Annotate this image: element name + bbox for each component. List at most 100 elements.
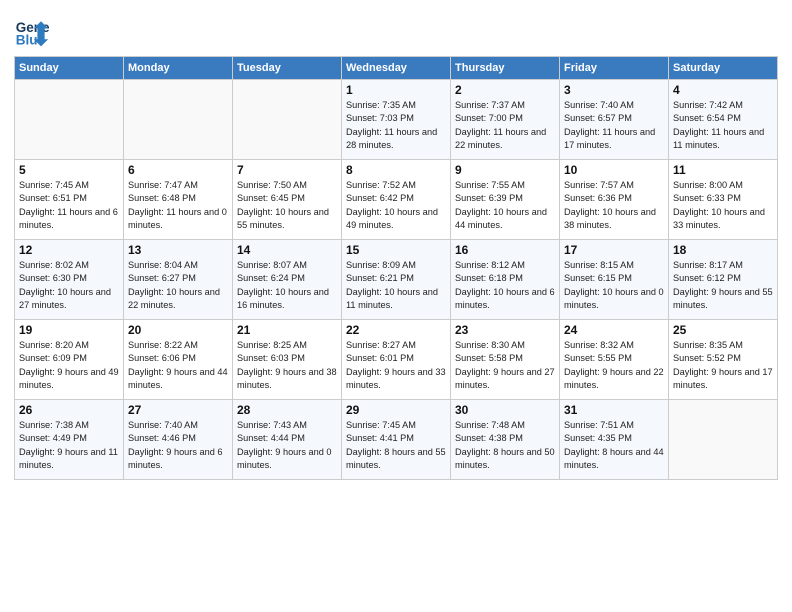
day-number: 14: [237, 243, 337, 257]
day-number: 21: [237, 323, 337, 337]
calendar-cell: 19Sunrise: 8:20 AM Sunset: 6:09 PM Dayli…: [15, 320, 124, 400]
day-info: Sunrise: 7:37 AM Sunset: 7:00 PM Dayligh…: [455, 99, 555, 152]
weekday-header: Wednesday: [342, 57, 451, 80]
logo: General Blue: [14, 14, 54, 50]
calendar-week-row: 5 Sunrise: 7:45 AM Sunset: 6:51 PM Daylig…: [15, 160, 778, 240]
calendar-cell: [15, 80, 124, 160]
calendar-cell: 25 Sunrise: 8:35 AM Sunset: 5:52 PM Dayli…: [669, 320, 778, 400]
calendar-cell: 31 Sunrise: 7:51 AM Sunset: 4:35 PM Dayli…: [560, 400, 669, 480]
day-number: 15: [346, 243, 446, 257]
calendar-cell: 10Sunrise: 7:57 AM Sunset: 6:36 PM Dayli…: [560, 160, 669, 240]
calendar-week-row: 1 Sunrise: 7:35 AM Sunset: 7:03 PM Daylig…: [15, 80, 778, 160]
calendar-table: SundayMondayTuesdayWednesdayThursdayFrid…: [14, 56, 778, 480]
calendar-cell: [233, 80, 342, 160]
calendar-cell: 4 Sunrise: 7:42 AM Sunset: 6:54 PM Daylig…: [669, 80, 778, 160]
calendar-cell: 30Sunrise: 7:48 AM Sunset: 4:38 PM Dayli…: [451, 400, 560, 480]
day-number: 31: [564, 403, 664, 417]
day-number: 3: [564, 83, 664, 97]
day-number: 29: [346, 403, 446, 417]
calendar-cell: 23 Sunrise: 8:30 AM Sunset: 5:58 PM Dayli…: [451, 320, 560, 400]
day-number: 11: [673, 163, 773, 177]
calendar-cell: 7Sunrise: 7:50 AM Sunset: 6:45 PM Daylig…: [233, 160, 342, 240]
day-info: Sunrise: 7:45 AM Sunset: 4:41 PM Dayligh…: [346, 419, 446, 472]
day-info: Sunrise: 7:51 AM Sunset: 4:35 PM Dayligh…: [564, 419, 664, 472]
day-info: Sunrise: 8:30 AM Sunset: 5:58 PM Dayligh…: [455, 339, 555, 392]
weekday-header: Saturday: [669, 57, 778, 80]
day-number: 16: [455, 243, 555, 257]
calendar-cell: 18 Sunrise: 8:17 AM Sunset: 6:12 PM Dayli…: [669, 240, 778, 320]
day-number: 17: [564, 243, 664, 257]
calendar-cell: 8 Sunrise: 7:52 AM Sunset: 6:42 PM Daylig…: [342, 160, 451, 240]
calendar-cell: 12 Sunrise: 8:02 AM Sunset: 6:30 PM Dayli…: [15, 240, 124, 320]
day-number: 28: [237, 403, 337, 417]
day-info: Sunrise: 8:09 AM Sunset: 6:21 PM Dayligh…: [346, 259, 446, 312]
day-info: Sunrise: 8:00 AM Sunset: 6:33 PM Dayligh…: [673, 179, 773, 232]
day-info: Sunrise: 8:04 AM Sunset: 6:27 PM Dayligh…: [128, 259, 228, 312]
day-info: Sunrise: 7:52 AM Sunset: 6:42 PM Dayligh…: [346, 179, 446, 232]
day-info: Sunrise: 8:27 AM Sunset: 6:01 PM Dayligh…: [346, 339, 446, 392]
day-info: Sunrise: 8:22 AM Sunset: 6:06 PM Dayligh…: [128, 339, 228, 392]
day-info: Sunrise: 7:38 AM Sunset: 4:49 PM Dayligh…: [19, 419, 119, 472]
page-container: General Blue SundayMondayTuesdayWednesda…: [0, 0, 792, 490]
day-number: 20: [128, 323, 228, 337]
calendar-cell: 2 Sunrise: 7:37 AM Sunset: 7:00 PM Daylig…: [451, 80, 560, 160]
calendar-cell: 5 Sunrise: 7:45 AM Sunset: 6:51 PM Daylig…: [15, 160, 124, 240]
day-number: 30: [455, 403, 555, 417]
day-info: Sunrise: 8:32 AM Sunset: 5:55 PM Dayligh…: [564, 339, 664, 392]
day-number: 4: [673, 83, 773, 97]
calendar-cell: 26Sunrise: 7:38 AM Sunset: 4:49 PM Dayli…: [15, 400, 124, 480]
day-info: Sunrise: 8:17 AM Sunset: 6:12 PM Dayligh…: [673, 259, 773, 312]
day-info: Sunrise: 8:35 AM Sunset: 5:52 PM Dayligh…: [673, 339, 773, 392]
day-info: Sunrise: 8:12 AM Sunset: 6:18 PM Dayligh…: [455, 259, 555, 312]
day-number: 22: [346, 323, 446, 337]
weekday-row: SundayMondayTuesdayWednesdayThursdayFrid…: [15, 57, 778, 80]
day-number: 27: [128, 403, 228, 417]
day-info: Sunrise: 8:15 AM Sunset: 6:15 PM Dayligh…: [564, 259, 664, 312]
day-info: Sunrise: 7:50 AM Sunset: 6:45 PM Dayligh…: [237, 179, 337, 232]
day-info: Sunrise: 7:40 AM Sunset: 4:46 PM Dayligh…: [128, 419, 228, 472]
calendar-cell: 21Sunrise: 8:25 AM Sunset: 6:03 PM Dayli…: [233, 320, 342, 400]
logo-icon: General Blue: [14, 14, 50, 50]
day-info: Sunrise: 7:55 AM Sunset: 6:39 PM Dayligh…: [455, 179, 555, 232]
weekday-header: Friday: [560, 57, 669, 80]
weekday-header: Tuesday: [233, 57, 342, 80]
calendar-header: SundayMondayTuesdayWednesdayThursdayFrid…: [15, 57, 778, 80]
day-number: 9: [455, 163, 555, 177]
calendar-cell: 3 Sunrise: 7:40 AM Sunset: 6:57 PM Daylig…: [560, 80, 669, 160]
calendar-cell: 20 Sunrise: 8:22 AM Sunset: 6:06 PM Dayli…: [124, 320, 233, 400]
day-info: Sunrise: 8:02 AM Sunset: 6:30 PM Dayligh…: [19, 259, 119, 312]
day-number: 8: [346, 163, 446, 177]
day-info: Sunrise: 7:40 AM Sunset: 6:57 PM Dayligh…: [564, 99, 664, 152]
calendar-cell: 9 Sunrise: 7:55 AM Sunset: 6:39 PM Daylig…: [451, 160, 560, 240]
calendar-week-row: 19Sunrise: 8:20 AM Sunset: 6:09 PM Dayli…: [15, 320, 778, 400]
day-number: 6: [128, 163, 228, 177]
weekday-header: Sunday: [15, 57, 124, 80]
weekday-header: Monday: [124, 57, 233, 80]
calendar-cell: 27 Sunrise: 7:40 AM Sunset: 4:46 PM Dayli…: [124, 400, 233, 480]
day-number: 24: [564, 323, 664, 337]
calendar-cell: 16 Sunrise: 8:12 AM Sunset: 6:18 PM Dayli…: [451, 240, 560, 320]
calendar-cell: 28 Sunrise: 7:43 AM Sunset: 4:44 PM Dayli…: [233, 400, 342, 480]
calendar-cell: 11 Sunrise: 8:00 AM Sunset: 6:33 PM Dayli…: [669, 160, 778, 240]
calendar-week-row: 12 Sunrise: 8:02 AM Sunset: 6:30 PM Dayli…: [15, 240, 778, 320]
day-number: 2: [455, 83, 555, 97]
calendar-cell: 6Sunrise: 7:47 AM Sunset: 6:48 PM Daylig…: [124, 160, 233, 240]
day-number: 5: [19, 163, 119, 177]
day-info: Sunrise: 7:42 AM Sunset: 6:54 PM Dayligh…: [673, 99, 773, 152]
day-number: 18: [673, 243, 773, 257]
day-number: 13: [128, 243, 228, 257]
day-number: 19: [19, 323, 119, 337]
day-info: Sunrise: 7:45 AM Sunset: 6:51 PM Dayligh…: [19, 179, 119, 232]
calendar-cell: 24 Sunrise: 8:32 AM Sunset: 5:55 PM Dayli…: [560, 320, 669, 400]
weekday-header: Thursday: [451, 57, 560, 80]
day-number: 25: [673, 323, 773, 337]
day-info: Sunrise: 7:35 AM Sunset: 7:03 PM Dayligh…: [346, 99, 446, 152]
calendar-cell: 29 Sunrise: 7:45 AM Sunset: 4:41 PM Dayli…: [342, 400, 451, 480]
day-number: 1: [346, 83, 446, 97]
day-number: 23: [455, 323, 555, 337]
calendar-cell: 22 Sunrise: 8:27 AM Sunset: 6:01 PM Dayli…: [342, 320, 451, 400]
day-info: Sunrise: 7:43 AM Sunset: 4:44 PM Dayligh…: [237, 419, 337, 472]
day-number: 12: [19, 243, 119, 257]
calendar-cell: 1 Sunrise: 7:35 AM Sunset: 7:03 PM Daylig…: [342, 80, 451, 160]
calendar-cell: [124, 80, 233, 160]
